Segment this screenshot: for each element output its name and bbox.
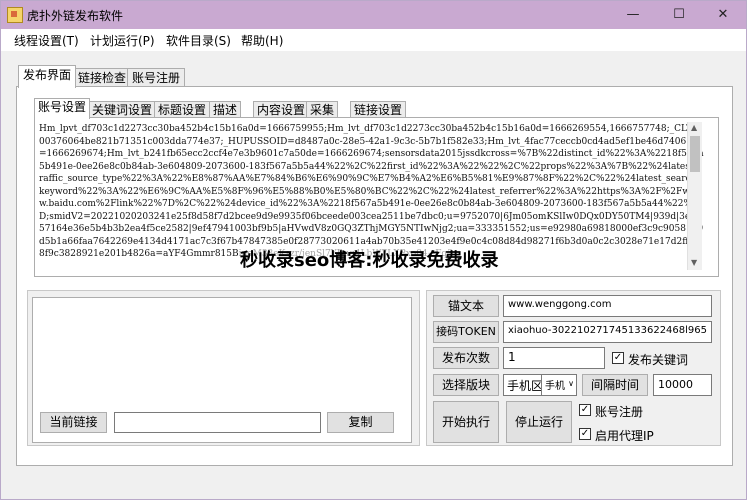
chevron-down-icon: ∨ xyxy=(568,379,574,388)
menu-thread-settings[interactable]: 线程设置(T) xyxy=(14,32,79,49)
cookie-scrollbar[interactable]: ▲ ▼ xyxy=(687,122,702,270)
stop-button[interactable]: 停止运行 xyxy=(506,401,572,443)
publish-keywords-label: 发布关键词 xyxy=(628,353,689,367)
scroll-up-icon[interactable]: ▲ xyxy=(691,123,697,132)
interval-button[interactable]: 间隔时间 xyxy=(582,374,648,396)
publish-keywords-checkbox[interactable]: ✓ xyxy=(612,352,624,364)
start-button[interactable]: 开始执行 xyxy=(433,401,499,443)
tab-publish[interactable]: 发布界面 xyxy=(18,65,77,88)
anchor-text-button[interactable]: 锚文本 xyxy=(433,295,499,317)
account-register-label: 账号注册 xyxy=(595,405,644,419)
window-title: 虎扑外链发布软件 xyxy=(27,9,124,23)
section-select[interactable]: 手机区 xyxy=(503,374,543,396)
publish-count-input[interactable]: 1 xyxy=(503,347,605,369)
watermark-overlay: 秒收录seo博客:秒收录免费收录 xyxy=(238,246,501,272)
token-input[interactable]: xiaohuo-302210271745133622468l965 xyxy=(503,321,712,343)
scroll-thumb[interactable] xyxy=(690,136,700,172)
menu-help[interactable]: 帮助(H) xyxy=(241,32,283,49)
tab-account-register[interactable]: 账号注册 xyxy=(127,68,186,87)
tab-link-check[interactable]: 链接检查 xyxy=(73,68,132,87)
account-register-checkbox[interactable]: ✓ xyxy=(579,404,591,416)
proxy-ip-checkbox[interactable]: ✓ xyxy=(579,428,591,440)
section-sub-value: 手机 xyxy=(545,381,565,392)
anchor-text-input[interactable]: www.wenggong.com xyxy=(503,295,712,317)
minimize-icon[interactable]: — xyxy=(610,1,656,29)
proxy-ip-label: 启用代理IP xyxy=(595,429,654,443)
interval-input[interactable]: 10000 xyxy=(653,374,712,396)
menu-software-dir[interactable]: 软件目录(S) xyxy=(166,32,231,49)
app-window: 虎扑外链发布软件 — ☐ ✕ 线程设置(T) 计划运行(P) 软件目录(S) 帮… xyxy=(0,0,747,500)
copy-button[interactable]: 复制 xyxy=(327,412,394,433)
app-icon xyxy=(7,7,23,23)
tab-account-settings[interactable]: 账号设置 xyxy=(34,98,91,119)
current-link-input[interactable] xyxy=(114,412,321,433)
title-bar[interactable]: 虎扑外链发布软件 — ☐ ✕ xyxy=(1,1,746,29)
scroll-down-icon[interactable]: ▼ xyxy=(691,258,697,267)
menu-schedule[interactable]: 计划运行(P) xyxy=(90,32,155,49)
publish-count-button[interactable]: 发布次数 xyxy=(433,347,499,369)
section-sub-select[interactable]: 手机 ∨ xyxy=(541,374,577,396)
maximize-icon[interactable]: ☐ xyxy=(656,1,702,29)
current-link-button[interactable]: 当前链接 xyxy=(40,412,107,433)
token-button[interactable]: 接码TOKEN xyxy=(433,321,499,343)
select-section-button[interactable]: 选择版块 xyxy=(433,374,499,396)
close-icon[interactable]: ✕ xyxy=(700,1,746,29)
menu-bar: 线程设置(T) 计划运行(P) 软件目录(S) 帮助(H) xyxy=(1,29,746,51)
